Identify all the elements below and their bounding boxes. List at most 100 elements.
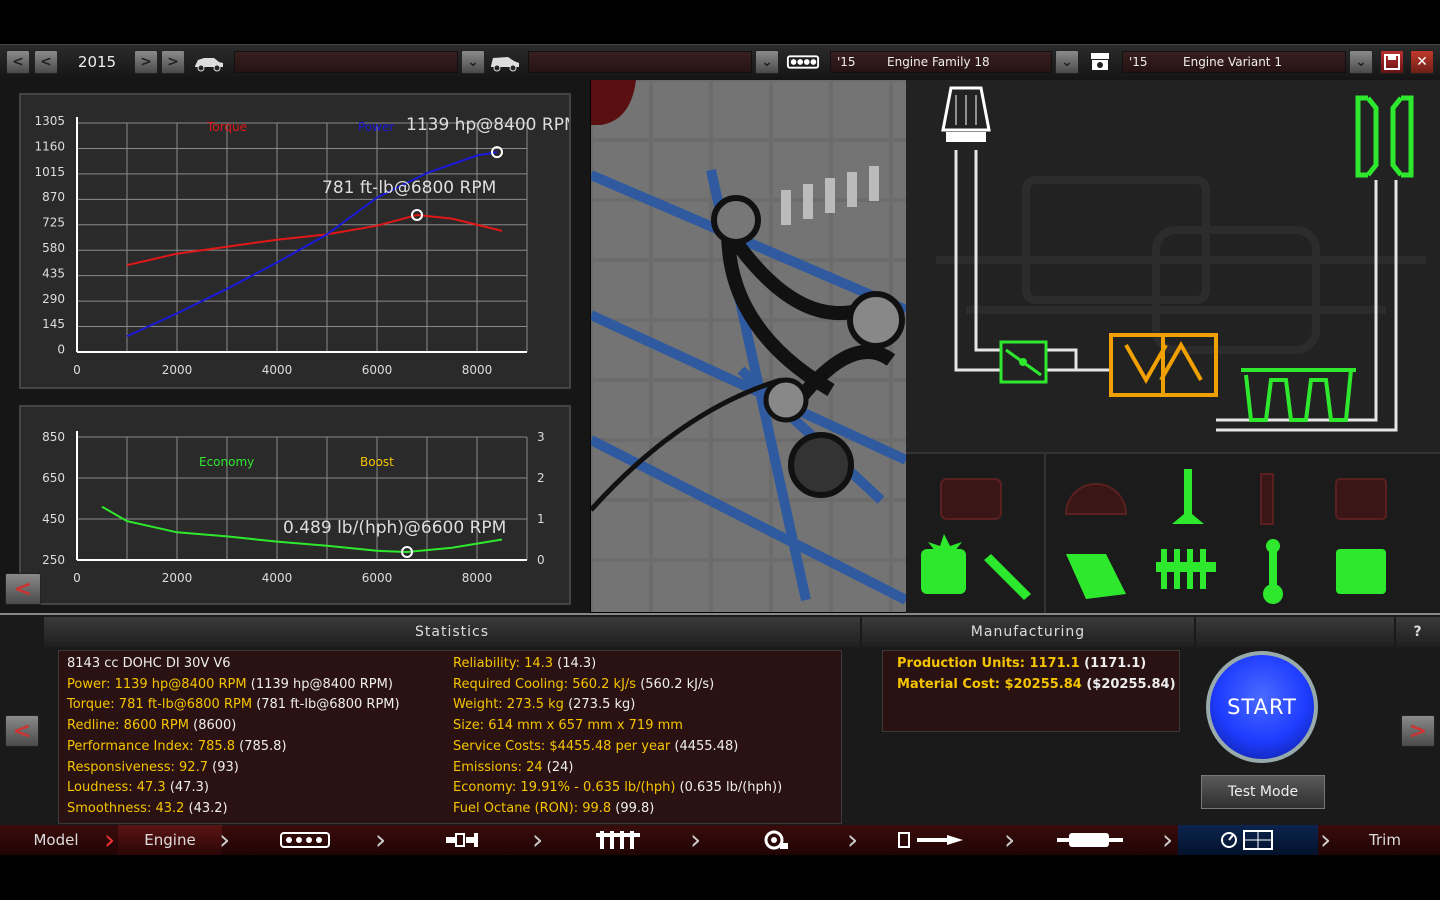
nav-tab-trim[interactable]: Trim: [1335, 825, 1435, 855]
y-tick-label: 290: [42, 292, 65, 306]
crankshaft-icon: [446, 833, 478, 847]
statistics-header: Statistics: [44, 617, 860, 647]
engine-block-red-icon: [940, 478, 1002, 520]
stat-key: Power: 1139 hp@8400 RPM: [67, 676, 247, 692]
stat-line: Required Cooling: 560.2 kJ/s (560.2 kJ/s…: [453, 677, 714, 692]
nav-tab-engine[interactable]: Engine: [118, 825, 222, 855]
stat-line: Torque: 781 ft-lb@6800 RPM (781 ft-lb@68…: [67, 697, 400, 712]
nav-tab-exhaust[interactable]: [1020, 825, 1160, 855]
piston-red-icon: [1335, 478, 1387, 520]
intake-valves-icon: [1156, 549, 1216, 589]
x-tick-label: 4000: [262, 571, 293, 585]
manufacturing-header: Manufacturing: [862, 617, 1194, 647]
x-tick-label: 2000: [162, 571, 193, 585]
stat-line: Power: 1139 hp@8400 RPM (1139 hp@8400 RP…: [67, 677, 393, 692]
save-button[interactable]: [1380, 50, 1404, 74]
power-peak-annotation: 1139 hp@8400 RPM: [406, 115, 569, 135]
stat-key: Weight: 273.5 kg: [453, 697, 564, 713]
stat-line: Emissions: 24 (24): [453, 760, 574, 775]
engine-variant-dropdown-button[interactable]: ⌄: [1349, 50, 1373, 74]
mfg-line: Production Units: 1171.1 (1171.1): [897, 656, 1146, 671]
model-select[interactable]: [234, 51, 458, 73]
mfg-value: (1171.1): [1079, 656, 1147, 671]
year-first-button[interactable]: <: [6, 50, 30, 74]
stat-key: Required Cooling: 560.2 kJ/s: [453, 676, 637, 692]
nav-tab-aspiration[interactable]: [705, 825, 845, 855]
x-tick-label: 2000: [162, 363, 193, 377]
engine-family-select[interactable]: '15 Engine Family 18: [830, 51, 1052, 73]
stat-line: Size: 614 mm x 657 mm x 719 mm: [453, 718, 683, 733]
piston-icon-green: [1336, 549, 1386, 594]
spark-plug-icon: [984, 554, 1031, 600]
fuel-injection-icon: [921, 534, 966, 594]
power-chart-panel: 1305 1160 1015 870 725 580 435 290 145 0 0 2000 4000…: [19, 93, 579, 389]
x-tick-label: 6000: [362, 571, 393, 585]
stat-line: Loudness: 47.3 (47.3): [67, 780, 209, 795]
gauge-red-icon: [1064, 483, 1128, 515]
y-tick-label: 145: [42, 317, 65, 331]
legend-boost: Boost: [360, 455, 394, 469]
engine-family-dropdown-button[interactable]: ⌄: [1055, 50, 1079, 74]
y2-tick-label: 1: [537, 512, 545, 526]
piston-icon: [1083, 49, 1117, 75]
y-tick-label: 580: [42, 241, 65, 255]
nav-tab-top-end[interactable]: [548, 825, 688, 855]
nav-tab-tuning[interactable]: [1178, 825, 1318, 855]
x-tick-label: 0: [73, 571, 81, 585]
model-dropdown-button[interactable]: ⌄: [461, 50, 485, 74]
engine-family-year: '15: [837, 55, 856, 69]
engine-block-icon: [786, 49, 820, 75]
trim-dropdown-button[interactable]: ⌄: [755, 50, 779, 74]
conrod-icon: [1263, 539, 1283, 604]
mfg-key: Material Cost: $20255.84: [897, 676, 1082, 692]
conrod-red-icon: [1260, 473, 1274, 525]
year-next-button[interactable]: >: [134, 50, 158, 74]
year-last-button[interactable]: >: [161, 50, 185, 74]
close-button[interactable]: ✕: [1410, 50, 1434, 74]
stat-value: (14.3): [553, 656, 597, 671]
engine-block-icon: [280, 832, 330, 848]
y-tick-label: 1305: [34, 114, 65, 128]
power-torque-chart: 1305 1160 1015 870 725 580 435 290 145 00 2000 4000…: [34, 114, 578, 377]
x-tick-label: 8000: [462, 363, 493, 377]
stat-value: 8143 cc DOHC DI 30V V6: [67, 656, 231, 671]
engine-render: [591, 80, 906, 612]
component-grid: [906, 452, 1440, 614]
stat-value: (8600): [188, 718, 237, 734]
nav-tab-bottom-end[interactable]: [392, 825, 532, 855]
nav-tab-model[interactable]: Model: [0, 825, 112, 855]
stat-value: (273.5 kg): [563, 697, 636, 713]
engine-3d-view[interactable]: [591, 80, 906, 612]
y-tick-label: 0: [57, 343, 65, 357]
tuning-icon: [1221, 830, 1273, 850]
economy-chart-panel: 850 650 450 250 3 2 1 0 0 2000 4000 6000 8000 Economy…: [19, 405, 571, 605]
torque-peak-annotation: 781 ft-lb@6800 RPM: [322, 178, 496, 198]
car-trim-icon: [488, 49, 522, 75]
stat-line: Economy: 19.91% - 0.635 lb/(hph) (0.635 …: [453, 780, 782, 795]
y-tick-label: 870: [42, 190, 65, 204]
stat-line: Reliability: 14.3 (14.3): [453, 656, 596, 671]
y-tick-label: 450: [42, 512, 65, 526]
stats-next-button[interactable]: >: [1401, 715, 1435, 747]
stats-prev-button[interactable]: <: [5, 715, 39, 747]
stat-line: Smoothness: 43.2 (43.2): [67, 801, 228, 816]
y-tick-label: 250: [42, 553, 65, 567]
help-button[interactable]: ?: [1396, 617, 1440, 647]
prev-page-button[interactable]: <: [5, 573, 41, 605]
stat-value: (560.2 kJ/s): [636, 676, 715, 692]
nav-tab-block[interactable]: [235, 825, 375, 855]
stat-line: Responsiveness: 92.7 (93): [67, 760, 239, 775]
nav-tab-fuel[interactable]: [862, 825, 1002, 855]
y2-tick-label: 2: [537, 471, 545, 485]
intake-exhaust-diagram: [906, 80, 1440, 452]
year-prev-button[interactable]: <: [34, 50, 58, 74]
engine-variant-select[interactable]: '15 Engine Variant 1: [1122, 51, 1346, 73]
test-mode-button[interactable]: Test Mode: [1201, 775, 1325, 809]
stat-line: Weight: 273.5 kg (273.5 kg): [453, 697, 635, 712]
y-tick-label: 650: [42, 471, 65, 485]
start-button[interactable]: START: [1206, 651, 1318, 763]
stat-key: Redline: 8600 RPM: [67, 718, 189, 734]
stat-value: (93): [207, 759, 239, 775]
manufacturing-panel: Production Units: 1171.1 (1171.1) Materia…: [882, 650, 1180, 732]
trim-select[interactable]: [528, 51, 752, 73]
